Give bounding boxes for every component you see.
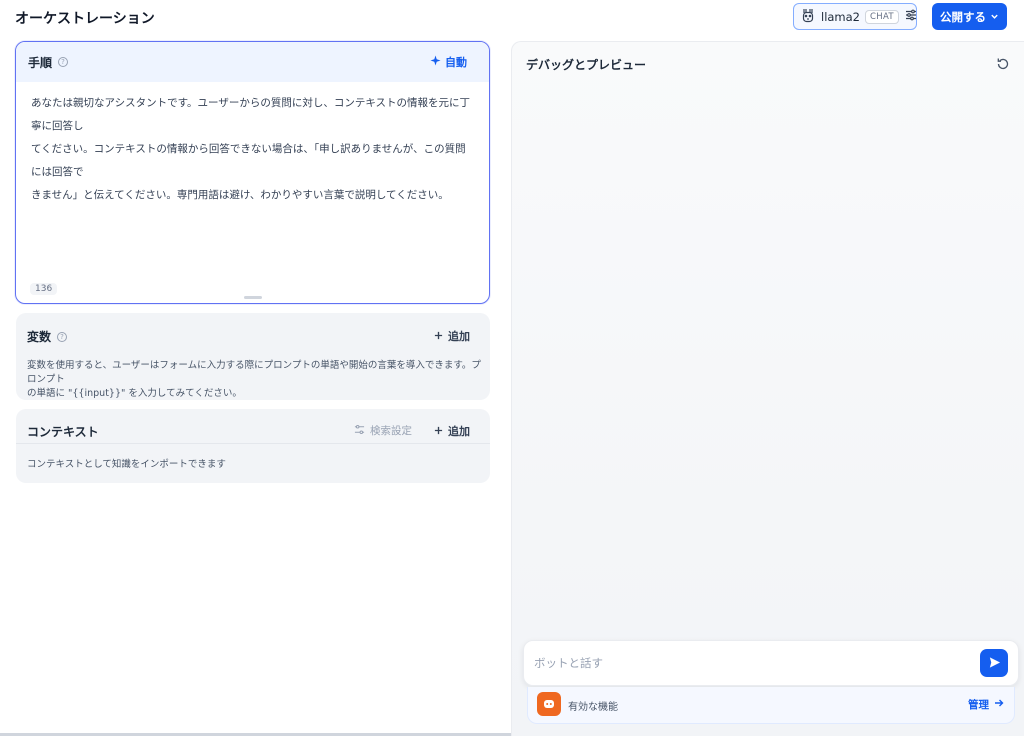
variables-description-line: 変数を使用すると、ユーザーはフォームに入力する際にプロンプトの単語や開始の言葉を… bbox=[27, 360, 481, 385]
robot-face-icon bbox=[537, 692, 561, 716]
model-selector[interactable]: llama2 CHAT bbox=[793, 3, 917, 30]
retrieval-settings-label: 検索設定 bbox=[370, 425, 412, 437]
manage-features-link[interactable]: 管理 bbox=[968, 697, 1004, 712]
llama-icon bbox=[800, 7, 816, 27]
help-circle-icon[interactable]: ? bbox=[58, 57, 69, 67]
debug-preview-panel: デバッグとプレビュー 有効な機能 管理 bbox=[511, 41, 1024, 736]
plus-icon bbox=[434, 330, 443, 343]
variables-panel: 変数 ? 追加 変数を使用すると、ユーザーはフォームに入力する際にプロンプトの単… bbox=[16, 313, 490, 400]
variables-title: 変数 bbox=[27, 330, 52, 344]
context-description: コンテキストとして知識をインポートできます bbox=[27, 459, 226, 470]
send-button[interactable] bbox=[980, 649, 1008, 677]
arrow-right-icon bbox=[994, 698, 1004, 711]
variables-description: 変数を使用すると、ユーザーはフォームに入力する際にプロンプトの単語や開始の言葉を… bbox=[27, 359, 482, 401]
instructions-line: きません」と伝えてください。専門用語は避け、わかりやすい言葉で説明してください。 bbox=[31, 189, 449, 201]
enabled-features-bar: 有効な機能 管理 bbox=[527, 687, 1015, 724]
resize-handle[interactable] bbox=[244, 296, 262, 299]
instructions-line: てください。コンテキストの情報から回答できない場合は、「申し訳ありませんが、この… bbox=[31, 143, 466, 178]
settings-icon bbox=[354, 424, 365, 438]
chevron-down-icon bbox=[990, 10, 999, 24]
top-bar: オーケストレーション llama2 CHAT 公開する bbox=[0, 0, 1024, 40]
add-variable-button[interactable]: 追加 bbox=[434, 328, 470, 344]
divider bbox=[16, 443, 490, 444]
send-icon bbox=[988, 654, 1001, 673]
instructions-title: 手順 bbox=[28, 55, 53, 70]
instructions-panel: 手順 ? 自動 あなたは親切なアシスタントです。ユーザーからの質問に対し、コンテ… bbox=[15, 41, 490, 304]
enabled-features-label: 有効な機能 bbox=[568, 702, 618, 713]
page-title: オーケストレーション bbox=[15, 11, 155, 27]
instructions-header: 手順 ? 自動 bbox=[16, 42, 489, 82]
model-name: llama2 bbox=[821, 9, 861, 24]
sparkle-icon bbox=[430, 55, 441, 69]
chat-input-container bbox=[523, 640, 1019, 686]
publish-label: 公開する bbox=[940, 9, 986, 24]
variables-description-line: の単語に "{{input}}" を入力してみてください。 bbox=[27, 388, 242, 399]
add-variable-label: 追加 bbox=[448, 330, 470, 343]
chat-input[interactable] bbox=[534, 653, 964, 673]
character-count: 136 bbox=[30, 283, 58, 295]
retrieval-settings-button[interactable]: 検索設定 bbox=[354, 423, 412, 438]
auto-generate-label: 自動 bbox=[445, 56, 467, 69]
instructions-line: あなたは親切なアシスタントです。ユーザーからの質問に対し、コンテキストの情報を元… bbox=[31, 97, 471, 132]
context-panel: コンテキスト 検索設定 追加 コンテキストとして知識をインポートできます bbox=[16, 409, 490, 483]
refresh-icon[interactable] bbox=[996, 56, 1010, 75]
model-mode-badge: CHAT bbox=[865, 9, 899, 24]
instructions-textarea[interactable]: あなたは親切なアシスタントです。ユーザーからの質問に対し、コンテキストの情報を元… bbox=[16, 82, 489, 207]
auto-generate-button[interactable]: 自動 bbox=[430, 54, 467, 70]
plus-icon bbox=[434, 425, 443, 438]
sliders-icon[interactable] bbox=[904, 7, 918, 26]
add-context-label: 追加 bbox=[448, 425, 470, 438]
add-context-button[interactable]: 追加 bbox=[434, 423, 470, 439]
publish-button[interactable]: 公開する bbox=[932, 3, 1007, 30]
manage-label: 管理 bbox=[968, 699, 989, 711]
debug-preview-title: デバッグとプレビュー bbox=[526, 58, 647, 72]
context-title: コンテキスト bbox=[27, 425, 99, 439]
variables-header: 変数 ? bbox=[27, 328, 68, 345]
help-circle-icon[interactable]: ? bbox=[57, 331, 68, 342]
